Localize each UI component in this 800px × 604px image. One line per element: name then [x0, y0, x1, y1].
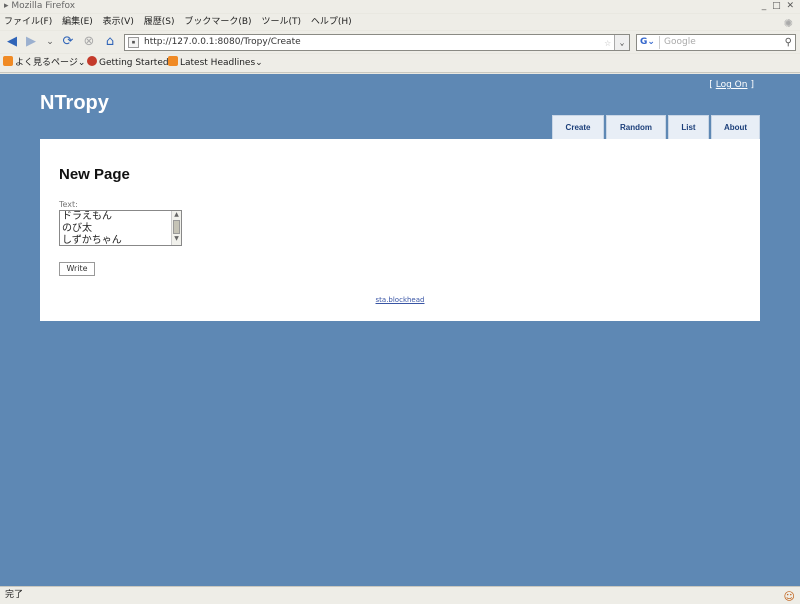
- firefox-icon: [87, 56, 97, 66]
- window-title: Mozilla Firefox: [11, 1, 76, 11]
- tab-random[interactable]: Random: [606, 115, 666, 139]
- window-controls: _ □ ✕: [759, 0, 794, 13]
- back-arrow-icon[interactable]: ◀: [4, 34, 20, 50]
- footer: sta.blockhead: [40, 296, 760, 304]
- scrollbar-thumb[interactable]: [173, 220, 180, 234]
- forward-arrow-icon[interactable]: ▶: [23, 34, 39, 50]
- bookmark-star-icon[interactable]: ☆: [604, 35, 611, 50]
- google-icon: G: [640, 37, 648, 47]
- home-icon[interactable]: ⌂: [102, 34, 118, 50]
- search-input[interactable]: Google: [664, 35, 696, 50]
- status-addon-icon[interactable]: ☺: [784, 588, 795, 604]
- rss-icon: [3, 56, 13, 66]
- bookmark-getting-started[interactable]: Getting Started: [87, 54, 169, 73]
- scroll-up-icon[interactable]: ▲: [172, 211, 181, 219]
- bookmark-latest-headlines[interactable]: Latest Headlines⌄: [168, 54, 263, 73]
- write-button[interactable]: Write: [59, 262, 95, 276]
- content-panel: New Page Text: ドラえもん のび太 しずかちゃん ▲ ▼ Writ…: [40, 139, 760, 321]
- textarea-line: のび太: [62, 223, 92, 234]
- menu-view[interactable]: 表示(V): [103, 17, 134, 27]
- tab-create[interactable]: Create: [552, 115, 604, 139]
- menu-history[interactable]: 履歴(S): [144, 17, 175, 27]
- nav-tabs: Create Random List About: [550, 115, 760, 139]
- menu-edit[interactable]: 編集(E): [62, 17, 93, 27]
- textarea-line: しずかちゃん: [62, 235, 122, 245]
- status-text: 完了: [5, 590, 24, 600]
- close-window-button[interactable]: ✕: [786, 1, 794, 11]
- minimize-button[interactable]: _: [762, 1, 767, 11]
- textarea-line: ドラえもん: [62, 211, 112, 222]
- textarea-content[interactable]: ドラえもん のび太 しずかちゃん: [62, 211, 170, 245]
- menubar: ファイル(F) 編集(E) 表示(V) 履歴(S) ブックマーク(B) ツール(…: [0, 14, 800, 30]
- menu-file[interactable]: ファイル(F): [4, 17, 52, 27]
- url-text[interactable]: http://127.0.0.1:8080/Tropy/Create: [144, 35, 301, 50]
- site-identity-icon[interactable]: ▪: [128, 37, 139, 48]
- maximize-button[interactable]: □: [772, 1, 781, 11]
- menu-help[interactable]: ヘルプ(H): [311, 17, 352, 27]
- page-title: New Page: [59, 166, 130, 183]
- history-dropdown-icon[interactable]: ⌄: [42, 34, 58, 50]
- url-dropdown-button[interactable]: ⌄: [614, 35, 629, 50]
- log-on-link[interactable]: Log On: [716, 80, 748, 90]
- menu-bookmarks[interactable]: ブックマーク(B): [184, 17, 251, 27]
- navigation-toolbar: ◀ ▶ ⌄ ⟳ ⊗ ⌂ ▪ http://127.0.0.1:8080/Trop…: [0, 31, 800, 53]
- footer-link[interactable]: sta.blockhead: [376, 296, 425, 304]
- reload-icon[interactable]: ⟳: [60, 34, 76, 50]
- text-textarea[interactable]: ドラえもん のび太 しずかちゃん ▲ ▼: [59, 210, 182, 246]
- tab-about[interactable]: About: [711, 115, 760, 139]
- scroll-down-icon[interactable]: ▼: [172, 235, 181, 243]
- chevron-down-icon: ⌄: [77, 58, 86, 68]
- stop-icon[interactable]: ⊗: [81, 34, 97, 50]
- chevron-down-icon: ⌄: [255, 58, 263, 68]
- window-menu-icon[interactable]: ▸: [4, 1, 9, 11]
- location-bar[interactable]: ▪ http://127.0.0.1:8080/Tropy/Create ☆ ⌄: [124, 34, 630, 51]
- statusbar: 完了 ☺: [0, 586, 800, 604]
- logon-area: [Log On]: [709, 80, 754, 90]
- search-engine-button[interactable]: G⌄: [638, 36, 660, 49]
- textarea-scrollbar[interactable]: ▲ ▼: [171, 211, 181, 245]
- bookmark-most-visited[interactable]: よく見るページ⌄: [3, 54, 85, 73]
- rss-icon: [168, 56, 178, 66]
- search-icon[interactable]: ⚲: [785, 35, 792, 50]
- menu-tools[interactable]: ツール(T): [261, 17, 301, 27]
- throbber-icon: ✺: [783, 17, 793, 30]
- window-titlebar: ▸ Mozilla Firefox _ □ ✕: [0, 0, 800, 13]
- site-title[interactable]: NTropy: [40, 92, 109, 115]
- page-viewport: [Log On] NTropy Create Random List About…: [0, 74, 800, 586]
- bookmarks-toolbar: よく見るページ⌄ Getting Started Latest Headline…: [0, 54, 800, 73]
- search-bar[interactable]: G⌄ Google ⚲: [636, 34, 796, 51]
- tab-list[interactable]: List: [668, 115, 709, 139]
- text-label: Text:: [59, 200, 78, 209]
